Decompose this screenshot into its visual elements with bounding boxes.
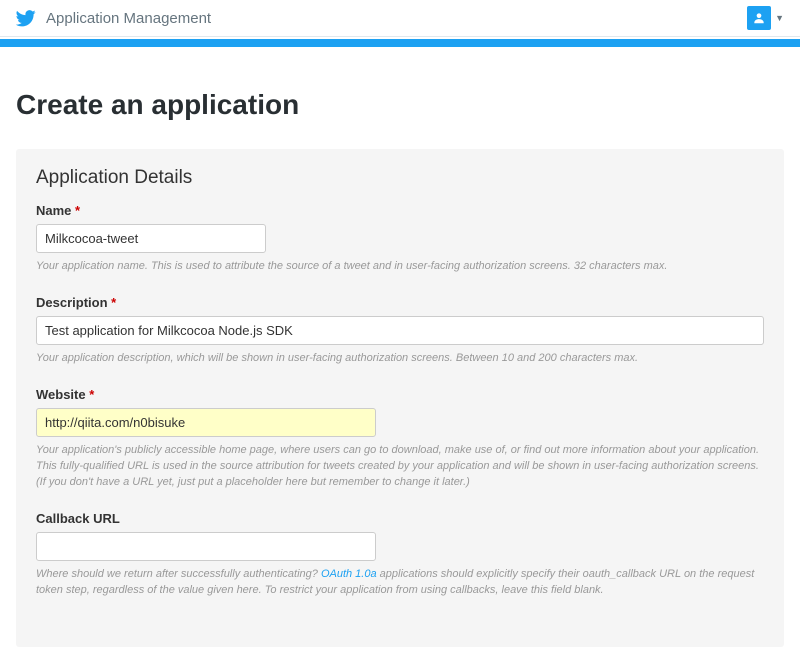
callback-label: Callback URL: [36, 511, 764, 526]
description-input[interactable]: [36, 316, 764, 345]
caret-down-icon: ▼: [775, 13, 784, 23]
header-left: Application Management: [16, 8, 211, 28]
twitter-logo-icon: [16, 8, 36, 28]
form-group-website: Website * Your application's publicly ac…: [36, 387, 764, 491]
website-help-line2: (If you don't have a URL yet, just put a…: [36, 476, 470, 488]
website-help: Your application's publicly accessible h…: [36, 443, 764, 491]
accent-bar: [0, 39, 800, 47]
description-label: Description *: [36, 295, 764, 310]
oauth-link[interactable]: OAuth 1.0a: [321, 568, 377, 580]
required-asterisk: *: [89, 387, 94, 402]
form-group-callback: Callback URL Where should we return afte…: [36, 511, 764, 599]
website-label: Website *: [36, 387, 764, 402]
header: Application Management ▼: [0, 0, 800, 37]
callback-input[interactable]: [36, 532, 376, 561]
name-help: Your application name. This is used to a…: [36, 259, 764, 275]
application-details-panel: Application Details Name * Your applicat…: [16, 149, 784, 647]
panel-heading: Application Details: [36, 167, 764, 189]
form-group-description: Description * Your application descripti…: [36, 295, 764, 367]
description-help: Your application description, which will…: [36, 351, 764, 367]
callback-help: Where should we return after successfull…: [36, 567, 764, 599]
website-input[interactable]: [36, 408, 376, 437]
avatar-icon: [747, 6, 771, 30]
page-title: Create an application: [16, 89, 784, 121]
name-input[interactable]: [36, 224, 266, 253]
website-label-text: Website: [36, 387, 86, 402]
header-title: Application Management: [46, 10, 211, 27]
name-label: Name *: [36, 203, 764, 218]
name-label-text: Name: [36, 203, 71, 218]
website-help-line1: Your application's publicly accessible h…: [36, 444, 759, 472]
required-asterisk: *: [75, 203, 80, 218]
user-menu-button[interactable]: ▼: [747, 6, 784, 30]
description-label-text: Description: [36, 295, 108, 310]
required-asterisk: *: [111, 295, 116, 310]
page-container: Create an application Application Detail…: [0, 47, 800, 647]
callback-help-pre: Where should we return after successfull…: [36, 568, 321, 580]
form-group-name: Name * Your application name. This is us…: [36, 203, 764, 275]
